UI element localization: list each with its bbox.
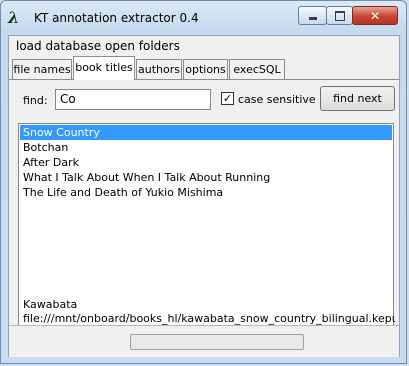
tab-book-titles[interactable]: book titles — [73, 56, 135, 80]
progress-bar — [130, 334, 304, 350]
title-bar[interactable]: λ KT annotation extractor 0.4 ✕ — [1, 1, 406, 35]
maximize-icon — [334, 10, 345, 21]
maximize-button[interactable] — [326, 6, 353, 25]
status-bar — [9, 325, 399, 357]
list-item[interactable]: After Dark — [20, 155, 392, 170]
list-item[interactable]: What I Talk About When I Talk About Runn… — [20, 170, 392, 185]
list-item[interactable]: Snow Country — [20, 125, 392, 140]
case-sensitive-checkbox[interactable]: ✓ — [221, 92, 234, 105]
tab-authors[interactable]: authors — [136, 59, 182, 79]
menu-bar: load database open folders — [9, 36, 399, 56]
close-icon: ✕ — [369, 8, 381, 23]
book-titles-panel: find: Co ✓ case sensitive find next Snow… — [9, 79, 399, 334]
list-item[interactable]: Botchan — [20, 140, 392, 155]
menu-open-folders[interactable]: open folders — [105, 39, 180, 53]
client-area: load database open folders file names bo… — [8, 35, 400, 357]
tab-file-names[interactable]: file names — [12, 59, 72, 79]
case-sensitive-label[interactable]: case sensitive — [238, 93, 316, 106]
find-label: find: — [23, 94, 48, 107]
list-item[interactable]: The Life and Death of Yukio Mishima — [20, 185, 392, 200]
find-input[interactable]: Co — [55, 89, 211, 110]
selected-file-path: file:///mnt/onboard/books_hl/kawabata_sn… — [23, 312, 395, 325]
lambda-icon: λ — [8, 8, 20, 27]
minimize-icon — [308, 17, 317, 20]
selected-author: Kawabata — [23, 298, 78, 311]
menu-load-database[interactable]: load database — [16, 39, 101, 53]
find-next-button[interactable]: find next — [320, 86, 395, 111]
close-button[interactable]: ✕ — [352, 6, 398, 25]
app-window: λ KT annotation extractor 0.4 ✕ load dat… — [0, 0, 407, 364]
tab-options[interactable]: options — [183, 59, 228, 79]
checkmark-icon: ✓ — [222, 92, 233, 105]
minimize-button[interactable] — [298, 6, 327, 25]
window-title: KT annotation extractor 0.4 — [34, 11, 199, 25]
tab-execsql[interactable]: execSQL — [229, 59, 285, 79]
